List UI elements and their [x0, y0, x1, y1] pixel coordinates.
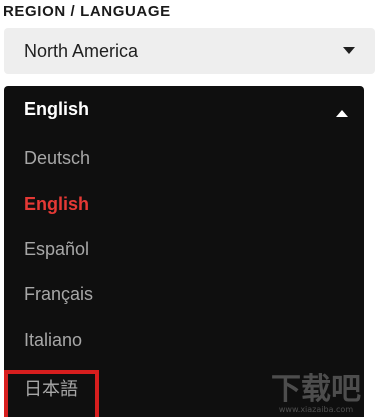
language-option-espanol[interactable]: Español [24, 239, 89, 260]
region-language-heading: REGION / LANGUAGE [3, 3, 171, 20]
watermark-text: 下载吧 [271, 372, 361, 407]
annotation-highlight-box [4, 370, 99, 417]
region-selected-value: North America [24, 41, 139, 61]
language-option-italiano[interactable]: Italiano [24, 330, 82, 351]
language-select-header[interactable]: English [4, 86, 364, 132]
region-language-page: REGION / LANGUAGE North America English … [0, 0, 378, 417]
language-option-deutsch[interactable]: Deutsch [24, 148, 90, 169]
language-current-value: English [24, 99, 90, 119]
watermark-subtext: www.xiazaiba.com [279, 405, 353, 414]
caret-up-icon [336, 110, 348, 117]
caret-down-icon [343, 47, 355, 54]
watermark-logo: 下载吧 www.xiazaiba.com [271, 372, 361, 414]
region-select[interactable]: North America [4, 28, 375, 74]
language-option-francais[interactable]: Français [24, 284, 93, 305]
language-option-english[interactable]: English [24, 194, 89, 215]
